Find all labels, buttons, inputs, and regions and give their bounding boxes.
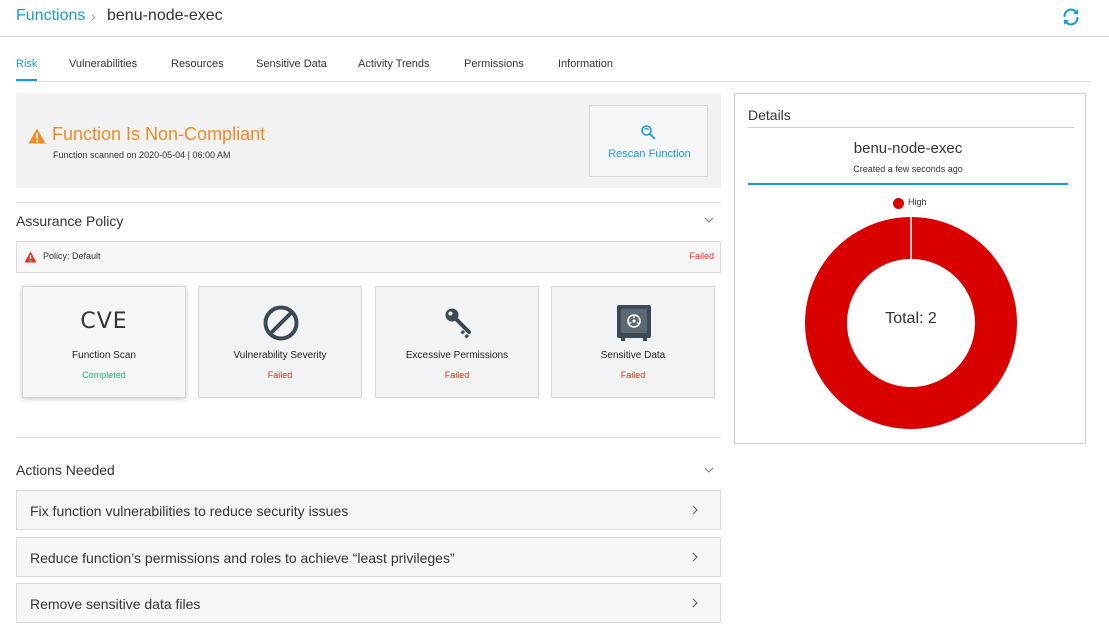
section-divider [16,202,721,203]
chevron-down-icon[interactable] [703,216,715,224]
tab-activity-trends[interactable]: Activity Trends [358,58,430,70]
function-scan-card[interactable]: CVE Function Scan Completed [22,286,186,398]
compliance-status-title: Function Is Non-Compliant [52,124,266,144]
tab-resources[interactable]: Resources [171,58,224,70]
card-title: Excessive Permissions [405,350,509,361]
prohibited-icon [263,305,299,341]
warning-icon [28,128,46,144]
action-item-label: Remove sensitive data files [30,596,201,612]
tab-permissions[interactable]: Permissions [464,58,524,70]
function-name: benu-node-exec [853,140,963,157]
created-time: Created a few seconds ago [853,164,963,174]
breadcrumb-separator: › [91,8,96,24]
action-item-label: Reduce function’s permissions and roles … [30,550,455,566]
action-item[interactable]: Reduce function’s permissions and roles … [16,537,721,577]
details-title: Details [748,107,791,123]
card-status: Completed [82,370,126,380]
tab-vulnerabilities[interactable]: Vulnerabilities [69,58,137,70]
actions-needed-title: Actions Needed [16,462,115,478]
action-item[interactable]: Remove sensitive data files [16,583,721,623]
refresh-icon[interactable] [1061,7,1081,27]
rescan-function-button[interactable]: Rescan Function [589,105,708,177]
tab-bar: Risk Vulnerabilities Resources Sensitive… [16,58,1092,82]
action-item[interactable]: Fix function vulnerabilities to reduce s… [16,490,721,530]
card-status: Failed [620,370,646,380]
sensitive-data-card[interactable]: Sensitive Data Failed [551,286,715,398]
active-tab-indicator [16,79,37,81]
cve-icon: CVE [80,309,128,334]
vulnerability-severity-card[interactable]: Vulnerability Severity Failed [198,286,362,398]
key-icon [445,308,471,339]
chevron-right-icon [692,598,698,608]
card-title: Sensitive Data [600,350,666,361]
details-accent-line [748,183,1068,185]
excessive-permissions-card[interactable]: Excessive Permissions Failed [375,286,539,398]
rescan-function-label: Rescan Function [608,148,691,160]
card-status: Failed [444,370,470,380]
details-panel: Details benu-node-exec Created a few sec… [734,93,1086,444]
legend-marker-high [893,198,904,209]
policy-status: Failed [689,251,714,261]
card-title: Vulnerability Severity [233,350,327,361]
compliance-banner: Function Is Non-Compliant Function scann… [16,93,721,188]
chevron-right-icon [692,505,698,515]
top-bar: Functions › benu-node-exec [0,0,1109,37]
card-status: Failed [267,370,293,380]
scan-timestamp: Function scanned on 2020-05-04 | 06:00 A… [53,150,231,160]
action-item-label: Fix function vulnerabilities to reduce s… [30,503,349,519]
tab-risk[interactable]: Risk [16,58,37,70]
section-divider [16,437,721,438]
chevron-right-icon [692,552,698,562]
tab-information[interactable]: Information [558,58,613,70]
assurance-policy-title: Assurance Policy [16,213,124,229]
policy-bar: Policy: Default Failed [16,241,721,273]
legend-label-high[interactable]: High [908,197,927,207]
safe-icon [617,305,651,341]
breadcrumb-current: benu-node-exec [107,7,223,24]
donut-total-label: Total: 2 [885,310,937,327]
warning-icon [24,251,37,263]
breadcrumb-functions-link[interactable]: Functions [16,7,85,25]
policy-name: Policy: Default [43,251,101,261]
details-divider [748,127,1074,128]
chevron-down-icon[interactable] [703,466,715,474]
tab-sensitive-data[interactable]: Sensitive Data [256,58,327,70]
rescan-icon [641,125,656,140]
card-title: Function Scan [72,350,136,361]
